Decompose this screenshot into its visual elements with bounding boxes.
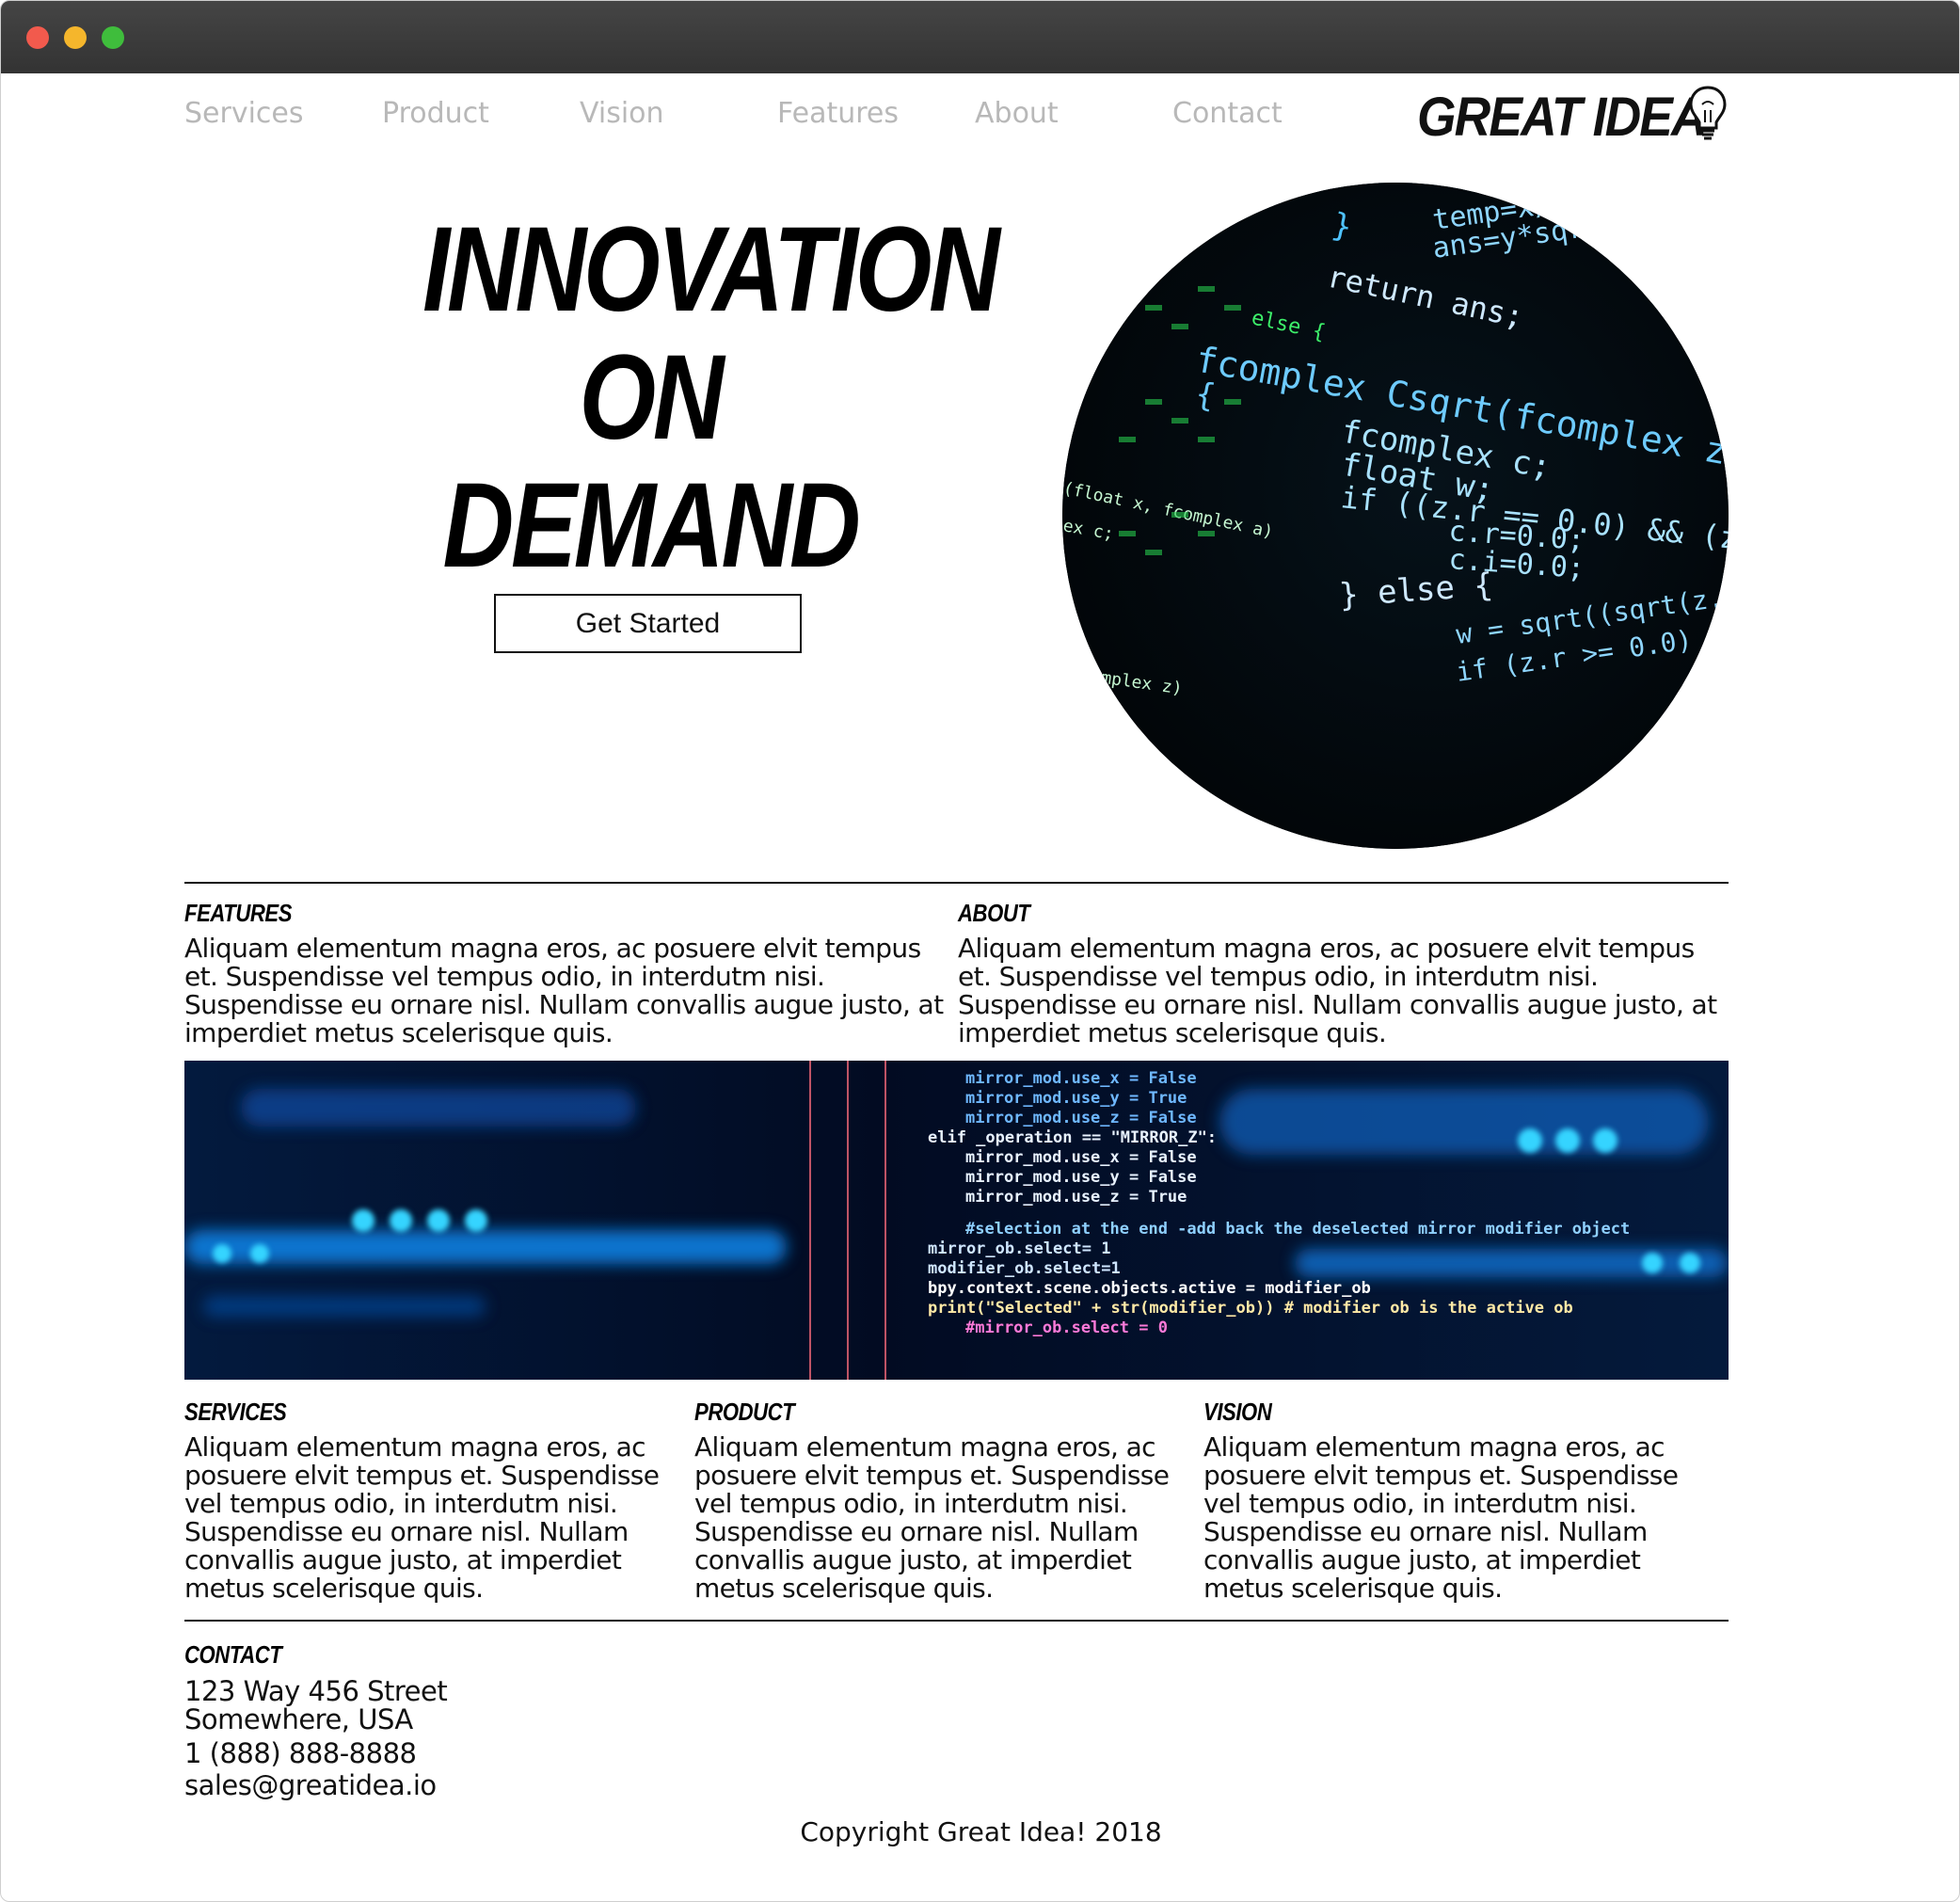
banner-code-line: modifier_ob.select=1	[928, 1259, 1121, 1278]
about-heading: ABOUT	[958, 899, 1030, 927]
divider-bottom	[184, 1620, 1729, 1622]
banner-code-line: mirror_mod.use_x = False	[965, 1069, 1197, 1088]
nav-link-services[interactable]: Services	[184, 97, 304, 130]
hero-code-graphic: temp=x/y;} ans=y*sqrt(1.0+temp*tempreturn…	[1062, 183, 1729, 849]
copyright-text: Copyright Great Idea! 2018	[800, 1816, 1162, 1847]
window-titlebar	[1, 1, 1959, 73]
hero-title-line-2: ON	[579, 330, 725, 465]
product-heading: PRODUCT	[694, 1398, 795, 1426]
nav-link-features[interactable]: Features	[777, 97, 899, 130]
hero-code-dash	[1171, 418, 1188, 424]
vision-heading: VISION	[1203, 1398, 1272, 1426]
features-heading: FEATURES	[184, 899, 293, 927]
close-window-button[interactable]	[26, 26, 49, 49]
banner-code-line: mirror_mod.use_y = True	[965, 1089, 1187, 1108]
hero-code-dash	[1145, 399, 1162, 405]
hero-code-dash	[1224, 305, 1241, 311]
hero-title: INNOVATION ON DEMAND	[422, 202, 1000, 593]
lightbulb-icon	[1685, 82, 1730, 148]
get-started-button[interactable]: Get Started	[494, 594, 802, 653]
banner-code-line: mirror_mod.use_z = True	[965, 1188, 1187, 1207]
about-body: Aliquam elementum magna eros, ac posuere…	[958, 933, 1717, 1048]
banner-code-image: mirror_mod.use_x = False mirror_mod.use_y…	[184, 1061, 1729, 1380]
contact-heading: CONTACT	[184, 1640, 282, 1669]
hero-code-dash	[1171, 512, 1188, 518]
contact-address-line-1: 123 Way 456 Street	[184, 1675, 448, 1707]
banner-code-line: #selection at the end -add back the dese…	[965, 1220, 1630, 1239]
hero-code-dash	[1119, 437, 1136, 442]
minimize-window-button[interactable]	[64, 26, 87, 49]
hero-title-line-1: INNOVATION	[422, 202, 1000, 337]
hero-code-dash	[1224, 399, 1241, 405]
banner-code-line: elif _operation == "MIRROR_Z":	[928, 1128, 1217, 1147]
vision-body: Aliquam elementum magna eros, ac posuere…	[1203, 1431, 1679, 1604]
hero-code-image: temp=x/y;} ans=y*sqrt(1.0+temp*temp return…	[1062, 183, 1729, 849]
divider-top	[184, 882, 1729, 884]
nav-link-vision[interactable]: Vision	[580, 97, 664, 130]
hero-code-dash	[1171, 324, 1188, 329]
banner-code-line: #mirror_ob.select = 0	[965, 1319, 1168, 1337]
hero-code-dash	[1198, 531, 1215, 536]
features-body: Aliquam elementum magna eros, ac posuere…	[184, 933, 944, 1048]
contact-phone[interactable]: 1 (888) 888-8888	[184, 1737, 417, 1769]
product-body: Aliquam elementum magna eros, ac posuere…	[694, 1431, 1170, 1604]
banner-code-line: print("Selected" + str(modifier_ob)) # m…	[928, 1299, 1573, 1318]
hero-title-line-3: DEMAND	[442, 458, 861, 593]
hero-code-dash	[1198, 437, 1215, 442]
contact-address-line-2: Somewhere, USA	[184, 1703, 413, 1735]
contact-email[interactable]: sales@greatidea.io	[184, 1769, 437, 1801]
banner-code-line: mirror_mod.use_y = False	[965, 1168, 1197, 1187]
services-body: Aliquam elementum magna eros, ac posuere…	[184, 1431, 660, 1604]
banner-code-line: mirror_ob.select= 1	[928, 1239, 1110, 1258]
banner-code-line: bpy.context.scene.objects.active = modif…	[928, 1279, 1371, 1298]
hero-code-dash	[1198, 286, 1215, 292]
hero-code-dash	[1119, 286, 1136, 292]
logo-text: GREAT IDEA	[1417, 86, 1708, 148]
maximize-window-button[interactable]	[102, 26, 124, 49]
banner-code-graphic: mirror_mod.use_x = Falsemirror_mod.use_y…	[184, 1061, 1729, 1380]
banner-code-line: mirror_mod.use_x = False	[965, 1148, 1197, 1167]
nav-link-contact[interactable]: Contact	[1172, 97, 1283, 130]
logo[interactable]: GREAT IDEA	[1417, 84, 1730, 150]
services-heading: SERVICES	[184, 1398, 287, 1426]
hero-code-dash	[1119, 531, 1136, 536]
banner-code-line: mirror_mod.use_z = False	[965, 1109, 1197, 1127]
nav-link-about[interactable]: About	[975, 97, 1059, 130]
hero-code-dash	[1145, 305, 1162, 311]
browser-window: Services Product Vision Features About C…	[0, 0, 1960, 1902]
hero-code-dash	[1145, 550, 1162, 555]
nav-link-product[interactable]: Product	[382, 97, 489, 130]
